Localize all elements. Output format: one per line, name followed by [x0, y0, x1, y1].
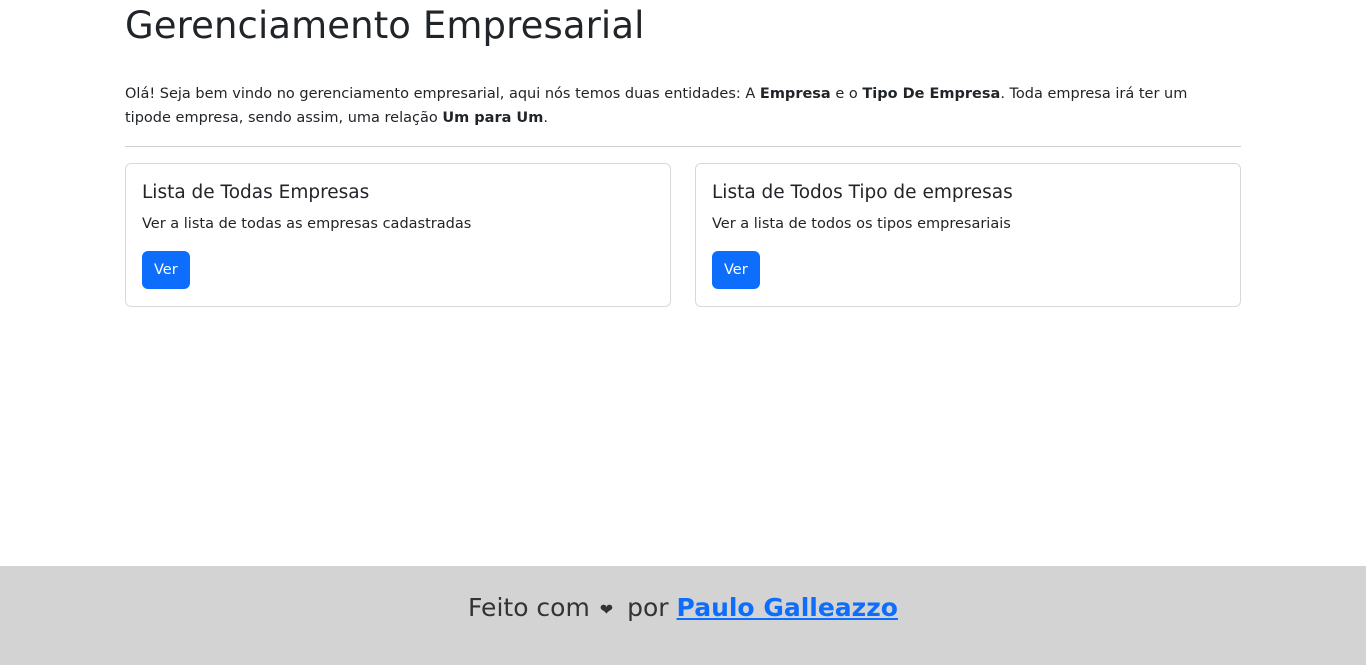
intro-paragraph: Olá! Seja bem vindo no gerenciamento emp…: [125, 82, 1215, 130]
card-empresas: Lista de Todas Empresas Ver a lista de t…: [125, 163, 671, 307]
cards-row: Lista de Todas Empresas Ver a lista de t…: [125, 163, 1241, 307]
main-container: Gerenciamento Empresarial Olá! Seja bem …: [125, 0, 1241, 307]
intro-text-1: Olá! Seja bem vindo no gerenciamento emp…: [125, 86, 760, 102]
footer-text: Feito com ❤ por Paulo Galleazzo: [468, 593, 898, 622]
intro-bold-tipo-de-empresa: Tipo De Empresa: [862, 86, 1001, 102]
heart-icon: ❤: [599, 599, 614, 619]
card-title: Lista de Todos Tipo de empresas: [712, 182, 1013, 203]
ver-empresas-button[interactable]: Ver: [142, 251, 190, 289]
card-title: Lista de Todas Empresas: [142, 182, 370, 203]
intro-text-2: e o: [830, 86, 863, 102]
card-text: Ver a lista de todos os tipos empresaria…: [712, 216, 1011, 232]
card-tipos-empresa: Lista de Todos Tipo de empresas Ver a li…: [695, 163, 1241, 307]
intro-bold-um-para-um: Um para Um: [442, 110, 544, 126]
divider: [125, 146, 1241, 147]
ver-tipos-empresa-button[interactable]: Ver: [712, 251, 760, 289]
intro-bold-empresa: Empresa: [759, 86, 831, 102]
page-title: Gerenciamento Empresarial: [125, 4, 645, 47]
intro-text-4: .: [543, 110, 548, 126]
author-link[interactable]: Paulo Galleazzo: [677, 593, 898, 622]
card-text: Ver a lista de todas as empresas cadastr…: [142, 216, 472, 232]
footer: Feito com ❤ por Paulo Galleazzo: [0, 566, 1366, 665]
footer-prefix: Feito com: [468, 593, 590, 622]
footer-middle: por: [627, 593, 669, 622]
page: Gerenciamento Empresarial Olá! Seja bem …: [0, 0, 1366, 665]
